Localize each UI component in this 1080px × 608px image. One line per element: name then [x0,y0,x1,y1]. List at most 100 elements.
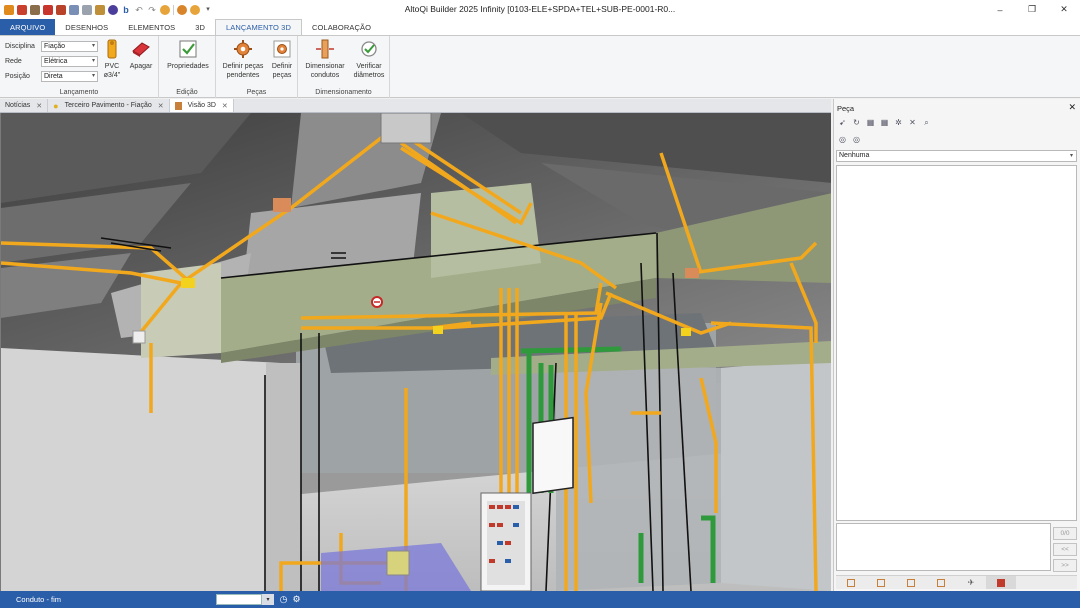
junction-box [273,198,291,212]
conduit-icon [102,39,122,59]
grid-select-icon[interactable]: ▦ [879,117,890,128]
tab-colaboracao[interactable]: COLABORAÇÃO [302,19,381,35]
close-panel-button[interactable]: ✕ [1068,102,1076,113]
status-clock-icon[interactable]: ◷ [278,594,289,605]
disciplina-label: Disciplina [5,43,35,50]
definir-pecas-button[interactable]: Definir peças [268,39,296,80]
print-icon[interactable] [82,4,92,15]
redo-icon[interactable]: ↷ [147,5,157,15]
save-icon[interactable] [43,4,53,15]
panel-tab-drawing-icon[interactable] [866,576,896,589]
doc-tab-terceiro-pavimento[interactable]: ● Terceiro Pavimento - Fiação ✕ [48,99,170,112]
pvc-conduit-button[interactable]: PVC ø3/4" [101,39,123,80]
document-tabs: Notícias ✕ ● Terceiro Pavimento - Fiação… [0,99,831,113]
cube-icon [174,101,182,110]
customize-qat-icon[interactable]: ▾ [203,5,213,15]
panel-title: Peça [837,104,855,113]
status-text: Conduto - fim [16,595,62,604]
junction-box [132,330,146,344]
open-icon[interactable] [30,4,40,15]
zoom-icon[interactable]: ⌕ [921,117,932,128]
verificar-diametros-button[interactable]: Verificar diâmetros [350,39,388,80]
remove-icon[interactable]: ✕ [907,117,918,128]
close-tab-icon[interactable]: ✕ [222,102,228,110]
definir-pendentes-label-1: Definir peças [222,63,264,70]
quick-access-toolbar: b ↶ ↷ ▾ [0,4,213,15]
viewport-3d[interactable] [0,113,831,591]
doc-tab-label: Terceiro Pavimento - Fiação [64,102,152,109]
target-icon[interactable]: ◎ [837,134,848,145]
definir-pendentes-label-2: pendentes [226,72,260,79]
panel-tab-rocket-icon[interactable]: ✈ [956,576,986,589]
disciplina-select[interactable]: Fiação ▾ [41,41,98,52]
group-lancamento: Disciplina Fiação ▾ Rede Elétrica ▾ Posi… [0,36,159,98]
new-icon[interactable] [17,4,27,15]
check-icon [937,578,945,587]
chevron-down-icon: ▾ [1069,153,1073,159]
export-icon[interactable] [69,4,79,15]
select-icon[interactable]: ➹ [837,117,848,128]
posicao-select[interactable]: Direta ▾ [41,71,98,82]
dimension-conduit-icon [315,39,335,59]
status-dropdown-button[interactable]: ▾ [262,594,274,605]
panel-tab-check-icon[interactable] [926,576,956,589]
hex-icon[interactable] [108,4,118,15]
tab-elementos[interactable]: ELEMENTOS [118,19,185,35]
doc-tab-label: Notícias [5,102,31,109]
definir-pecas-pendentes-button[interactable]: Definir peças pendentes [219,39,267,80]
apagar-button[interactable]: Apagar [126,39,156,71]
status-settings-icon[interactable]: ⚙ [291,594,302,605]
panel-tab-piece-icon[interactable] [986,576,1016,589]
posicao-value: Direta [44,73,63,80]
save-all-icon[interactable] [56,4,66,15]
dimensionar-label-1: Dimensionar [305,63,345,70]
dimensionar-condutos-button[interactable]: Dimensionar condutos [301,39,349,80]
close-button[interactable]: ✕ [1048,0,1080,19]
window-controls: – ❐ ✕ [984,0,1080,19]
status-input[interactable] [216,594,262,605]
tab-lancamento-3d[interactable]: LANÇAMENTO 3D [215,19,302,35]
tab-desenhos[interactable]: DESENHOS [55,19,118,35]
group-label-lancamento: Lançamento [59,89,99,96]
piece-list[interactable] [836,165,1077,521]
globe-icon[interactable] [160,4,170,15]
panel-tab-table-icon[interactable] [896,576,926,589]
help-icon[interactable] [177,4,187,15]
doc-tab-visao-3d[interactable]: Visão 3D ✕ [169,99,234,112]
scene-3d [1,113,831,591]
column [266,363,301,591]
app-logo-icon[interactable] [4,4,14,15]
tab-arquivo[interactable]: ARQUIVO [0,19,56,35]
target-settings-icon[interactable]: ◎ [851,134,862,145]
junction-box [380,113,432,144]
chevron-down-icon: ▾ [91,43,95,49]
propriedades-button[interactable]: Propriedades [164,39,212,71]
box-icon[interactable] [95,4,105,15]
minimize-button[interactable]: – [984,0,1016,19]
doc-tab-noticias[interactable]: Notícias ✕ [0,99,49,112]
filter-icon[interactable]: ✲ [893,117,904,128]
rede-select[interactable]: Elétrica ▾ [41,56,98,67]
tab-3d[interactable]: 3D [185,19,215,35]
close-tab-icon[interactable]: ✕ [158,102,164,110]
piece-select[interactable]: Nenhuma ▾ [836,150,1077,162]
group-label-dimensionamento: Dimensionamento [315,89,372,96]
pvc-diameter-label: ø3/4" [103,72,121,79]
junction-box [681,328,691,336]
chevron-down-icon: ▾ [91,73,95,79]
restore-button[interactable]: ❐ [1016,0,1048,19]
refresh-icon[interactable]: ↻ [851,117,862,128]
list-icon [847,578,855,587]
floor-box [386,550,410,576]
panel-tab-list-icon[interactable] [836,576,866,589]
pvc-label: PVC [104,63,120,70]
disciplina-row: Disciplina Fiação ▾ [5,41,98,52]
bim-icon[interactable]: b [121,4,131,15]
prev-button[interactable]: << [1053,543,1077,556]
undo-icon[interactable]: ↶ [134,5,144,15]
settings-icon[interactable] [190,4,200,15]
close-tab-icon[interactable]: ✕ [36,102,42,110]
grid-icon[interactable]: ▦ [865,117,876,128]
next-button[interactable]: >> [1053,559,1077,572]
ribbon: Disciplina Fiação ▾ Rede Elétrica ▾ Posi… [0,36,1080,98]
